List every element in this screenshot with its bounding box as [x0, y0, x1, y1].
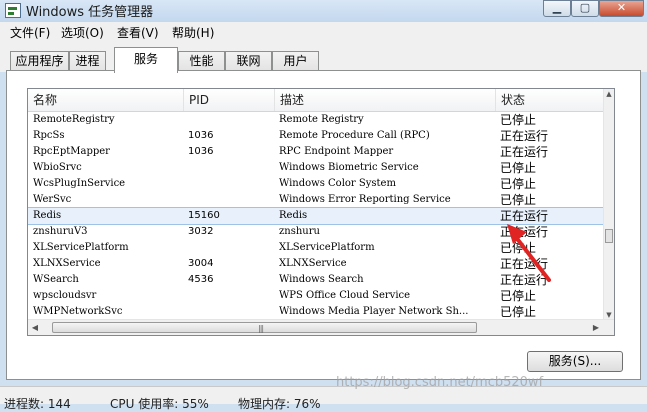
- service-name: RpcSs: [33, 130, 65, 141]
- task-manager-app-icon: [5, 3, 21, 18]
- service-row[interactable]: WcsPlugInService Windows Color System 已停止: [28, 176, 606, 192]
- service-status: 已停止: [500, 113, 537, 127]
- service-pid: [188, 160, 273, 176]
- service-name: XLServicePlatform: [33, 242, 129, 253]
- service-description: Remote Procedure Call (RPC): [279, 130, 430, 141]
- scroll-left-arrow-icon[interactable]: ◀: [29, 321, 41, 334]
- service-row[interactable]: WbioSrvc Windows Biometric Service 已停止: [28, 160, 606, 176]
- service-name: wpscloudsvr: [33, 290, 97, 301]
- minimize-button[interactable]: ▁: [543, 0, 571, 17]
- service-name: WSearch: [33, 274, 79, 285]
- window-title: Windows 任务管理器: [26, 5, 154, 20]
- service-status: 已停止: [500, 289, 537, 303]
- service-pid: 1036: [188, 130, 214, 141]
- service-status: 已停止: [500, 305, 537, 319]
- service-name: Redis: [33, 210, 62, 221]
- service-pid: [188, 304, 273, 320]
- service-pid: 15160: [188, 210, 220, 221]
- service-row[interactable]: WerSvc Windows Error Reporting Service 已停止: [28, 192, 606, 208]
- title-bar: Windows 任务管理器 ▁ ▢ ✕: [0, 0, 647, 22]
- watermark: https://blog.csdn.net/mcb520wf: [336, 375, 544, 390]
- service-pid: 3032: [188, 226, 214, 237]
- menu-bar: 文件(F) 选项(O) 查看(V) 帮助(H): [0, 22, 647, 42]
- service-description: Windows Error Reporting Service: [279, 194, 451, 205]
- red-arrow-icon: [507, 224, 551, 282]
- tab-strip: 应用程序 进程 服务 性能 联网 用户: [0, 42, 647, 73]
- services-list[interactable]: 名称 PID 描述 状态 RemoteRegistry Remote Regist…: [27, 88, 615, 336]
- service-pid: 4536: [188, 274, 214, 285]
- status-process-count: 进程数: 144: [4, 397, 71, 411]
- grip-icon: |||: [258, 324, 264, 333]
- status-memory: 物理内存: 76%: [238, 397, 321, 411]
- service-pid: [188, 112, 273, 128]
- service-description: XLServicePlatform: [279, 242, 375, 253]
- horizontal-scrollbar[interactable]: ◀ ||| ▶: [28, 319, 614, 335]
- service-pid: [188, 288, 273, 304]
- service-status: 已停止: [500, 161, 537, 175]
- column-header-description[interactable]: 描述: [274, 89, 495, 111]
- tab-services[interactable]: 服务: [114, 47, 178, 73]
- service-description: Remote Registry: [279, 114, 364, 125]
- service-status: 已停止: [500, 193, 537, 207]
- service-pid: 1036: [188, 146, 214, 157]
- list-rows: RemoteRegistry Remote Registry 已停止 RpcSs 103…: [28, 112, 606, 320]
- service-name: WerSvc: [33, 194, 72, 205]
- column-header-name[interactable]: 名称: [28, 89, 183, 111]
- service-description: Redis: [279, 210, 308, 221]
- service-row[interactable]: RpcEptMapper 1036 RPC Endpoint Mapper 正在运行: [28, 144, 606, 160]
- service-description: Windows Media Player Network Sh...: [279, 306, 469, 317]
- service-description: WPS Office Cloud Service: [279, 290, 411, 301]
- service-status: 已停止: [500, 177, 537, 191]
- tab-users[interactable]: 用户: [272, 51, 319, 71]
- menu-file[interactable]: 文件(F): [10, 24, 50, 41]
- service-description: RPC Endpoint Mapper: [279, 146, 394, 157]
- tab-networking[interactable]: 联网: [225, 51, 272, 71]
- service-description: Windows Search: [279, 274, 364, 285]
- service-description: Windows Biometric Service: [279, 162, 419, 173]
- service-name: znshuruV3: [33, 226, 88, 237]
- service-name: WMPNetworkSvc: [33, 306, 123, 317]
- service-description: znshuru: [279, 226, 320, 237]
- list-header: 名称 PID 描述 状态: [28, 89, 614, 112]
- service-row[interactable]: wpscloudsvr WPS Office Cloud Service 已停止: [28, 288, 606, 304]
- service-name: XLNXService: [33, 258, 101, 269]
- scroll-up-arrow-icon[interactable]: ▲: [605, 89, 613, 99]
- service-row[interactable]: RpcSs 1036 Remote Procedure Call (RPC) 正在运行: [28, 128, 606, 144]
- menu-help[interactable]: 帮助(H): [172, 24, 214, 41]
- service-description: Windows Color System: [279, 178, 396, 189]
- service-status: 正在运行: [500, 129, 549, 143]
- service-status: 正在运行: [500, 145, 549, 159]
- service-name: RpcEptMapper: [33, 146, 110, 157]
- service-name: RemoteRegistry: [33, 114, 115, 125]
- service-row[interactable]: WMPNetworkSvc Windows Media Player Networ…: [28, 304, 606, 320]
- menu-view[interactable]: 查看(V): [117, 24, 159, 41]
- service-row[interactable]: RemoteRegistry Remote Registry 已停止: [28, 112, 606, 128]
- close-button[interactable]: ✕: [599, 0, 644, 17]
- menu-options[interactable]: 选项(O): [61, 24, 104, 41]
- tab-applications[interactable]: 应用程序: [10, 51, 69, 71]
- status-cpu-usage: CPU 使用率: 55%: [110, 397, 209, 411]
- service-pid: [188, 192, 273, 208]
- status-bar: 进程数: 144 CPU 使用率: 55% 物理内存: 76%: [0, 386, 647, 411]
- vertical-scrollbar[interactable]: ▲ ▼: [603, 89, 614, 320]
- service-pid: [188, 176, 273, 192]
- vertical-scroll-thumb[interactable]: [605, 229, 613, 243]
- service-pid: 3004: [188, 258, 214, 269]
- service-name: WcsPlugInService: [33, 178, 126, 189]
- column-header-status[interactable]: 状态: [495, 89, 604, 111]
- tab-processes[interactable]: 进程: [69, 51, 106, 71]
- scroll-right-arrow-icon[interactable]: ▶: [590, 321, 602, 334]
- service-pid: [188, 240, 273, 256]
- service-name: WbioSrvc: [33, 162, 82, 173]
- service-description: XLNXService: [279, 258, 347, 269]
- maximize-button[interactable]: ▢: [571, 0, 599, 17]
- column-header-pid[interactable]: PID: [183, 89, 274, 111]
- horizontal-scroll-thumb[interactable]: |||: [52, 322, 477, 333]
- services-button[interactable]: 服务(S)...: [527, 351, 623, 372]
- tab-performance[interactable]: 性能: [178, 51, 225, 71]
